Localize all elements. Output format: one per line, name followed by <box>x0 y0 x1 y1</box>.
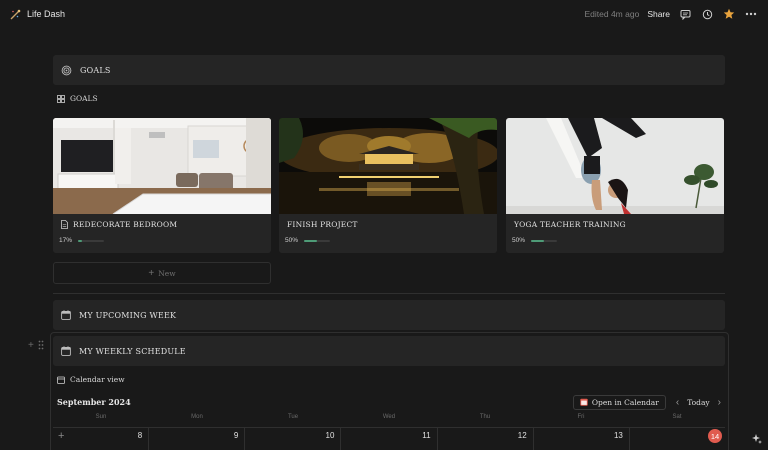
edited-timestamp: Edited 4m ago <box>584 9 640 19</box>
weekly-schedule-header[interactable]: MY WEEKLY SCHEDULE <box>53 336 725 366</box>
progress-fill <box>304 239 318 242</box>
progress-text: 17% <box>59 237 73 244</box>
calendar-toolbar: September 2024 Open in Calendar ‹ Today … <box>53 392 725 412</box>
calendar-app-icon <box>580 398 588 406</box>
calendar-day-headers: Sun Mon Tue Wed Thu Fri Sat <box>53 414 725 426</box>
new-button-label: New <box>158 268 176 278</box>
day-header: Thu <box>479 414 491 420</box>
open-in-calendar-label: Open in Calendar <box>591 397 659 407</box>
ai-sparkle-icon[interactable] <box>752 434 762 444</box>
calendar-day-cell[interactable]: 9 <box>148 428 244 450</box>
page-breadcrumb[interactable]: Life Dash <box>10 9 65 20</box>
goals-view-label: GOALS <box>70 94 98 103</box>
calendar-day-cell[interactable]: 10 <box>244 428 340 450</box>
progress: 50% <box>285 237 331 244</box>
day-header: Sun <box>95 414 107 420</box>
calendar-day-cell[interactable]: 13 <box>532 428 629 450</box>
card-title-text: REDECORATE BEDROOM <box>73 220 178 229</box>
calendar-day-cell[interactable]: 11 <box>340 428 436 450</box>
plus-icon: + <box>148 267 155 279</box>
progress: 50% <box>512 237 558 244</box>
open-in-calendar-button[interactable]: Open in Calendar <box>572 394 666 410</box>
share-button[interactable]: Share <box>647 9 670 19</box>
date-number: 12 <box>517 431 527 440</box>
calendar-day-cell[interactable]: + 8 <box>53 428 148 450</box>
upcoming-week-label: MY UPCOMING WEEK <box>79 310 177 320</box>
goal-card-redecorate-bedroom[interactable]: REDECORATE BEDROOM 17% <box>53 118 271 253</box>
calendar-day-cell-today[interactable]: 14 <box>628 428 725 450</box>
new-goal-button[interactable]: + New <box>53 262 271 284</box>
today-button[interactable]: Today <box>687 398 709 407</box>
date-number: 11 <box>422 431 431 440</box>
block-handle[interactable]: + <box>28 340 44 351</box>
bedroom-cover-image <box>53 118 271 214</box>
history-icon[interactable] <box>700 7 714 21</box>
card-title: FINISH PROJECT <box>287 220 358 229</box>
weekly-schedule-label: MY WEEKLY SCHEDULE <box>79 346 186 356</box>
progress-fill <box>78 239 83 242</box>
calendar-month: September 2024 <box>57 397 131 407</box>
calendar-icon <box>61 310 71 320</box>
goal-card-finish-project[interactable]: FINISH PROJECT 50% <box>279 118 497 253</box>
date-number: 8 <box>137 431 143 440</box>
upcoming-week-header[interactable]: MY UPCOMING WEEK <box>53 300 725 330</box>
date-number: 13 <box>613 431 623 440</box>
favorite-star-icon[interactable] <box>722 7 736 21</box>
night-pavilion-cover-image <box>279 118 497 214</box>
comment-icon[interactable] <box>678 7 692 21</box>
add-event-icon[interactable]: + <box>58 430 64 442</box>
progress-bar <box>304 239 331 242</box>
gallery-icon <box>57 94 65 103</box>
goals-view-tab[interactable]: GOALS <box>57 94 98 103</box>
day-header: Fri <box>577 414 585 420</box>
goals-header[interactable]: GOALS <box>53 55 725 85</box>
calendar-view-tab[interactable]: Calendar view <box>57 375 125 384</box>
more-options-icon[interactable] <box>744 7 758 21</box>
top-bar: Life Dash Edited 4m ago Share <box>0 0 768 28</box>
progress-bar <box>531 239 558 242</box>
calendar-icon <box>61 346 71 356</box>
card-title-text: YOGA TEACHER TRAINING <box>514 220 626 229</box>
progress-text: 50% <box>512 237 526 244</box>
target-icon <box>61 65 72 76</box>
yoga-cover-image <box>506 118 724 214</box>
progress-bar <box>78 239 105 242</box>
day-header: Wed <box>382 414 396 420</box>
chevron-right-icon[interactable]: › <box>718 397 721 408</box>
divider <box>53 293 725 294</box>
calendar-week-row: + 8 9 10 11 12 13 14 <box>53 427 725 450</box>
date-number: 9 <box>233 431 239 440</box>
goal-card-yoga-teacher-training[interactable]: YOGA TEACHER TRAINING 50% <box>506 118 724 253</box>
day-header: Sat <box>672 414 682 420</box>
calendar-day-cell[interactable]: 12 <box>436 428 533 450</box>
page-icon <box>61 220 68 229</box>
progress: 17% <box>59 237 105 244</box>
chevron-left-icon[interactable]: ‹ <box>676 397 679 408</box>
goals-header-label: GOALS <box>80 65 111 75</box>
card-title-text: FINISH PROJECT <box>287 220 358 229</box>
card-title: YOGA TEACHER TRAINING <box>514 220 626 229</box>
page-title: Life Dash <box>27 9 66 19</box>
calendar-view-icon <box>57 376 65 384</box>
calendar-nav: ‹ Today › <box>676 397 725 408</box>
progress-text: 50% <box>285 237 299 244</box>
calendar-view-label: Calendar view <box>70 375 125 384</box>
drag-handle-icon[interactable] <box>38 340 44 351</box>
add-block-icon[interactable]: + <box>28 340 34 351</box>
today-date-badge: 14 <box>707 429 722 443</box>
date-number: 10 <box>325 431 335 440</box>
day-header: Tue <box>287 414 299 420</box>
progress-fill <box>531 239 545 242</box>
day-header: Mon <box>191 414 203 420</box>
card-title: REDECORATE BEDROOM <box>61 220 177 229</box>
page-emoji-icon <box>10 9 21 20</box>
